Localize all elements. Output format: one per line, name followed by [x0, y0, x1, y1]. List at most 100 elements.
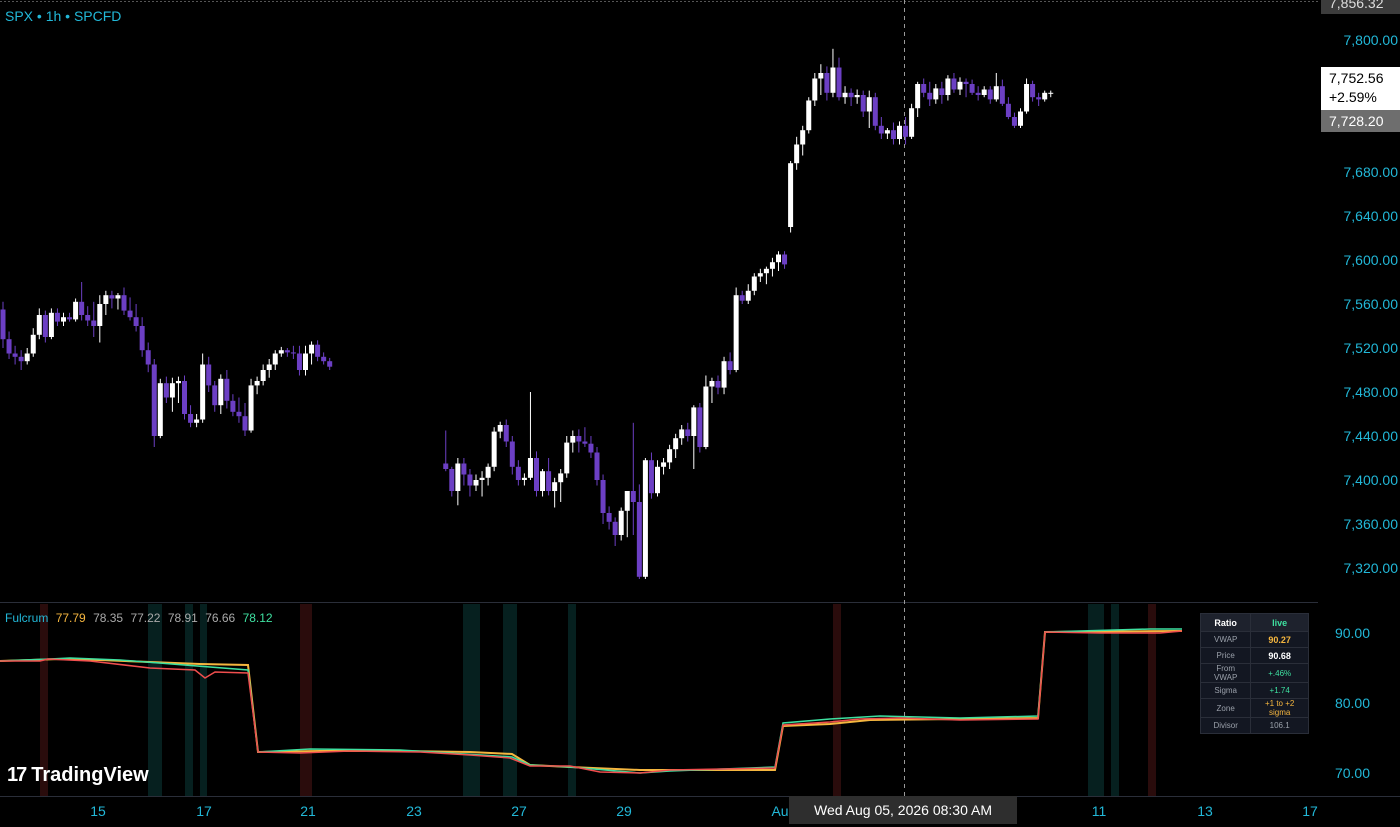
candle — [546, 458, 552, 496]
candle — [570, 430, 576, 453]
candle-body — [848, 92, 854, 98]
candle-body — [115, 295, 121, 299]
candle-body — [842, 92, 848, 98]
candle-body — [248, 385, 254, 431]
candle — [327, 357, 333, 370]
time-tick-label: 17 — [196, 803, 212, 819]
candle-body — [236, 411, 242, 417]
candle-body — [588, 443, 594, 453]
time-tick-label: 29 — [616, 803, 632, 819]
candle-body — [570, 436, 576, 443]
candle — [915, 81, 921, 117]
candle-body — [830, 67, 836, 93]
candle-body — [685, 429, 691, 436]
candle — [642, 458, 648, 579]
candle-body — [866, 97, 872, 112]
candle-body — [957, 81, 963, 90]
price-line-down — [0, 630, 1183, 774]
candle-body — [921, 84, 927, 93]
candle — [85, 306, 91, 326]
candle-body — [709, 381, 715, 387]
row-value: 90.68 — [1250, 647, 1309, 664]
candle-body — [1005, 103, 1011, 117]
row-value: 90.27 — [1250, 631, 1309, 648]
candle-body — [527, 458, 533, 478]
table-row: Price 90.68 — [1199, 647, 1309, 664]
candle — [97, 295, 103, 343]
candle-body — [327, 361, 333, 367]
indicator-name[interactable]: Fulcrum — [5, 611, 48, 625]
candle-body — [151, 364, 157, 436]
candle-body — [945, 78, 951, 95]
indicator-value: 78.91 — [167, 611, 198, 625]
candle-body — [254, 381, 260, 386]
candle — [491, 427, 497, 472]
candle — [1005, 97, 1011, 120]
candle-body — [915, 84, 921, 109]
price-tick-label: 7,320.00 — [1344, 560, 1399, 576]
candle — [91, 301, 97, 337]
candle — [169, 377, 175, 412]
tradingview-logo[interactable]: 17 TradingView — [7, 764, 149, 787]
candle-body — [54, 312, 60, 322]
candle — [830, 48, 836, 98]
candle — [939, 81, 945, 104]
candle — [618, 507, 624, 541]
candle-body — [315, 344, 321, 357]
ratio-table: Ratio live VWAP 90.27 Price 90.68 From VWA… — [1199, 613, 1309, 734]
row-label: Zone — [1199, 698, 1252, 718]
candle — [709, 377, 715, 403]
candle-body — [933, 88, 939, 100]
candle — [236, 397, 242, 423]
candle-body — [769, 262, 775, 269]
symbol-label[interactable]: SPX • 1h • SPCFD — [5, 8, 121, 24]
candle-body — [79, 301, 85, 315]
candle-body — [630, 491, 636, 502]
candle-body — [157, 383, 163, 436]
candle-body — [272, 353, 278, 365]
indicator-tick-label: 70.00 — [1335, 765, 1370, 781]
candle-body — [897, 125, 902, 139]
candle-body — [824, 73, 830, 93]
candle — [721, 356, 727, 395]
candle-body — [618, 510, 624, 535]
candle-body — [449, 469, 455, 491]
candle-body — [461, 463, 467, 475]
candle-body — [642, 460, 648, 577]
candle — [564, 436, 570, 478]
indicator-legend[interactable]: Fulcrum 77.79 78.35 77.22 78.91 76.66 78… — [5, 611, 277, 625]
candle-body — [491, 431, 497, 467]
indicator-value: 77.79 — [55, 611, 86, 625]
candle-body — [127, 310, 133, 318]
candle-body — [139, 326, 145, 351]
chart-canvas[interactable]: 7,800.00 7,680.00 7,640.00 7,600.00 7,560.00… — [0, 0, 1400, 827]
candle — [212, 381, 218, 412]
crosshair-time-label: Wed Aug 05, 2026 08:30 AM — [789, 796, 1017, 824]
candle — [999, 79, 1005, 106]
row-label: Divisor — [1199, 717, 1252, 734]
candle-body — [890, 130, 896, 139]
candle — [824, 66, 830, 101]
candle — [509, 436, 515, 475]
candle-body — [1048, 92, 1054, 94]
candle — [36, 308, 42, 340]
time-tick-label: 13 — [1197, 803, 1213, 819]
candle — [473, 474, 479, 491]
candle — [479, 471, 485, 497]
candle-body — [485, 466, 491, 478]
candle — [552, 477, 558, 508]
candle-body — [309, 344, 315, 354]
candle — [860, 90, 866, 117]
candle — [527, 392, 533, 480]
candle-body — [794, 144, 800, 164]
candle-body — [230, 400, 236, 412]
candle-body — [67, 317, 73, 320]
candle — [109, 290, 115, 309]
signal-band — [503, 604, 517, 796]
candle-body — [24, 353, 30, 362]
candle-body — [188, 414, 194, 423]
candle-body — [1042, 92, 1048, 100]
candle-body — [30, 334, 36, 354]
candle-body — [661, 462, 667, 467]
candle — [12, 345, 18, 365]
